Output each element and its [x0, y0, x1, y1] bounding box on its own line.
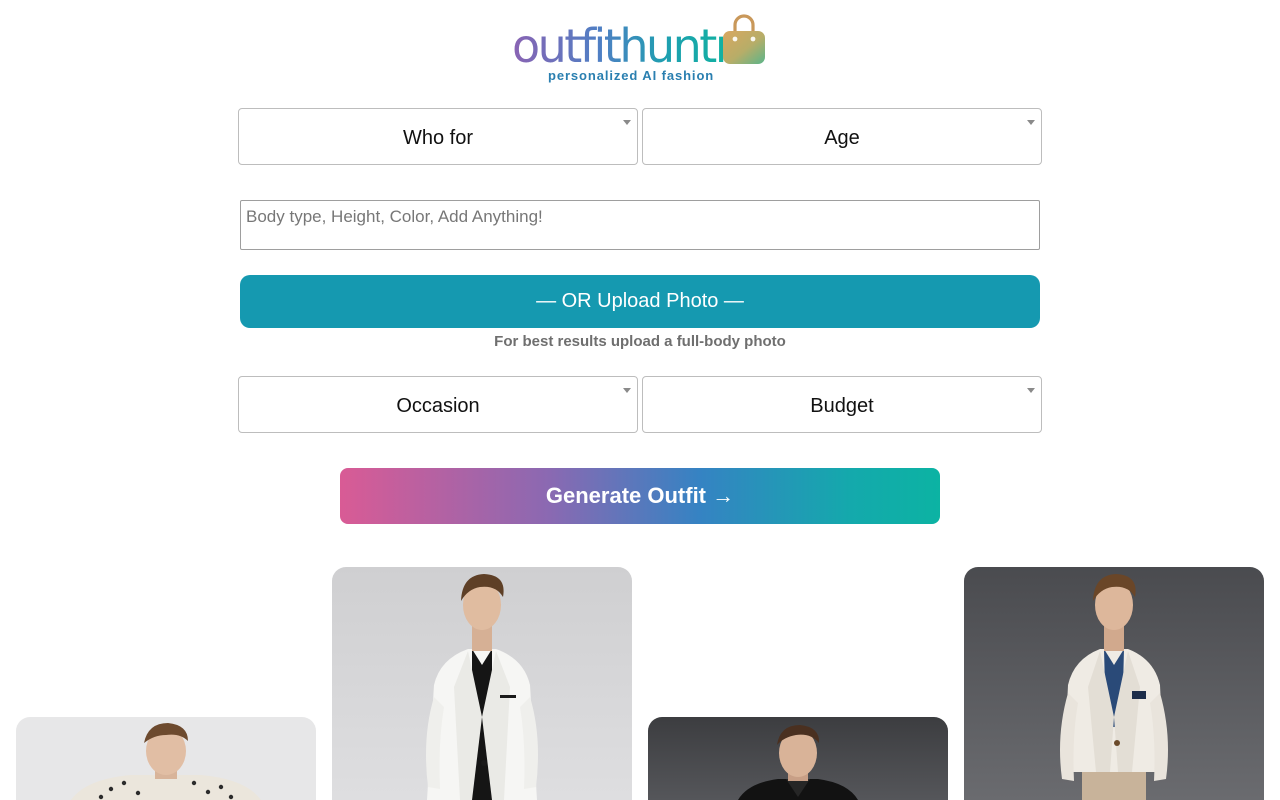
generate-outfit-label: Generate Outfit → — [545, 483, 735, 508]
details-input[interactable] — [240, 200, 1040, 250]
chevron-down-icon — [623, 388, 631, 393]
shopping-bag-icon — [723, 14, 765, 64]
generate-outfit-button[interactable]: Generate Outfit → — [340, 468, 940, 524]
chevron-down-icon — [623, 120, 631, 125]
budget-value: Budget — [810, 395, 874, 417]
occasion-select[interactable]: Occasion — [238, 376, 638, 433]
upload-photo-label: — OR Upload Photo — — [536, 290, 744, 312]
outfit-image — [71, 723, 261, 800]
outfit-image — [738, 725, 858, 800]
brand-tagline: personalized AI fashion — [548, 68, 715, 83]
who-for-value: Who for — [402, 127, 474, 149]
occasion-value: Occasion — [396, 395, 480, 417]
brand-name: outfithuntr — [512, 16, 734, 76]
outfit-image — [426, 574, 538, 800]
chevron-down-icon — [1027, 388, 1035, 393]
age-value: Age — [824, 127, 860, 149]
upload-hint: For best results upload a full-body phot… — [494, 333, 786, 350]
budget-select[interactable]: Budget — [642, 376, 1042, 433]
who-for-select[interactable]: Who for — [238, 108, 638, 165]
outfit-card[interactable] — [332, 567, 632, 800]
outfit-image — [1060, 574, 1168, 800]
page: outfithuntr personalized AI fashion Who … — [0, 0, 1280, 800]
outfit-card[interactable] — [964, 567, 1264, 800]
outfit-card[interactable] — [16, 717, 316, 800]
outfit-card[interactable] — [648, 717, 948, 800]
age-select[interactable]: Age — [642, 108, 1042, 165]
upload-photo-button[interactable]: — OR Upload Photo — — [240, 275, 1040, 328]
brand-logo[interactable]: outfithuntr personalized AI fashion — [512, 12, 772, 86]
chevron-down-icon — [1027, 120, 1035, 125]
